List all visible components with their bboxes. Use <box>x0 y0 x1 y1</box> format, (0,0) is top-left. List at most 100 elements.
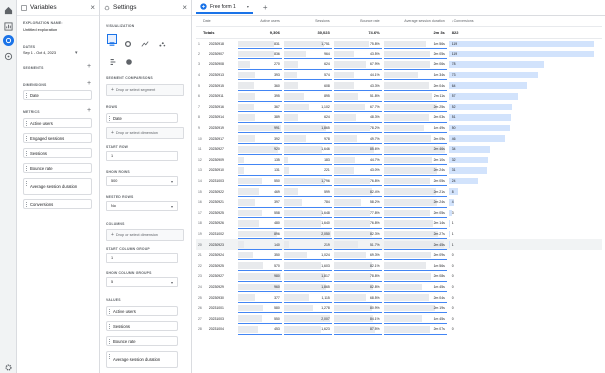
sessions-cell: 1,648 <box>283 208 333 219</box>
explore-icon[interactable] <box>3 35 14 46</box>
bounce-rate-cell: 78.2% <box>333 123 383 134</box>
table-row[interactable]: 18 20230926 480 1,640 76.8% 2m 14s 1 <box>196 218 602 229</box>
active-users-cell: 550 <box>237 313 283 325</box>
metric-pill-conversions[interactable]: Conversions <box>23 199 92 209</box>
settings-panel: Settings × VISUALIZATION SEGMENT COMPARI… <box>100 0 192 373</box>
cell-text: 20231003 <box>208 316 224 321</box>
scatter-viz-icon[interactable] <box>158 35 166 53</box>
metric-pill-avg-session-duration[interactable]: Average session duration <box>23 178 92 195</box>
col-header-active-users[interactable]: Active users <box>237 16 283 27</box>
table-row[interactable]: 21 20230924 350 1,024 69.3% 2m 09s 0 <box>196 250 602 261</box>
close-variables-icon[interactable]: × <box>90 3 95 12</box>
col-header-avg-session-duration[interactable]: Average session duration <box>382 16 448 27</box>
table-row[interactable]: 1 20230918 831 1,751 75.8% 1m 56s 119 <box>196 38 602 49</box>
table-row[interactable]: 11 20230927 920 1,646 85.6% 2m 46s 34 <box>196 144 602 155</box>
tab-dropdown-icon[interactable]: ▾ <box>247 4 249 9</box>
value-pill-active-users[interactable]: Active users <box>106 306 178 316</box>
avg-session-duration-cell: 2m 24s <box>383 165 448 176</box>
table-row[interactable]: 9 20230919 991 1,865 78.2% 1m 49s 50 <box>196 123 602 134</box>
table-row[interactable]: 4 20230913 393 574 44.1% 1m 34s 73 <box>196 70 602 81</box>
table-row[interactable]: 16 20230921 397 784 58.2% 2m 24s 4 <box>196 197 602 208</box>
table-row[interactable]: 6 20230911 395 895 51.8% 2m 11s 57 <box>196 91 602 102</box>
exploration-name-field[interactable]: Untitled exploration <box>23 27 57 32</box>
metric-pill-sessions[interactable]: Sessions <box>23 148 92 158</box>
cell-text: 580 <box>274 306 280 311</box>
table-row[interactable]: 25 20230930 377 1,115 68.5% 2m 04s 0 <box>196 292 602 303</box>
close-settings-icon[interactable]: × <box>182 3 187 12</box>
value-bar <box>383 209 430 217</box>
bounce-rate-cell: 43.3% <box>333 80 383 91</box>
col-header-date[interactable]: Date <box>196 16 238 27</box>
start-column-group-input[interactable]: 1 <box>106 253 178 263</box>
metric-pill-active-users[interactable]: Active users <box>23 118 92 128</box>
bar-viz-icon[interactable] <box>109 53 117 71</box>
avg-session-duration-cell: 1m 45s <box>383 313 448 325</box>
table-row[interactable]: 28 20231004 453 1,623 87.5% 2m 07s 0 <box>196 324 602 335</box>
dimension-pill-date[interactable]: Date <box>23 90 92 100</box>
table-row[interactable]: 24 20230929 960 1,865 82.8% 1m 45s 0 <box>196 282 602 293</box>
start-row-input[interactable]: 1 <box>106 151 178 161</box>
table-row[interactable]: 14 20231003 550 1,796 76.8% 2m 05s 24 <box>196 176 602 187</box>
cell-text: 20230922 <box>208 189 224 194</box>
cell-text: 20230917 <box>208 136 224 141</box>
add-tab-button[interactable]: + <box>263 3 268 12</box>
table-row[interactable]: 27 20231003 550 2,007 84.1% 1m 45s 0 <box>196 313 602 325</box>
cell-text: 784 <box>324 200 330 205</box>
date-dropdown-icon[interactable]: ▾ <box>75 50 78 56</box>
table-row[interactable]: 10 20230917 392 978 49.7% 2m 09s 46 <box>196 133 602 144</box>
active-users-cell: 393 <box>237 70 283 81</box>
show-rows-label: SHOW ROWS <box>106 170 130 174</box>
col-header-sessions[interactable]: Sessions <box>282 16 333 27</box>
value-bar <box>333 251 367 259</box>
table-row[interactable]: 15 20230922 469 599 82.4% 2m 21s 8 <box>196 186 602 197</box>
col-header-conversions[interactable]: ↓Conversions <box>447 16 602 27</box>
table-row[interactable]: 12 20230909 135 183 44.7% 2m 10s 32 <box>196 155 602 166</box>
home-icon[interactable] <box>3 5 14 16</box>
table-row[interactable]: 2 20230907 836 964 43.5% 2m 05s 119 <box>196 49 602 60</box>
drop-row-dimension-target[interactable]: + Drop or select dimension <box>106 127 184 139</box>
col-header-bounce-rate[interactable]: Bounce rate <box>332 16 383 27</box>
reports-icon[interactable] <box>3 21 14 32</box>
date-cell: 20231004 <box>207 324 237 335</box>
table-row[interactable]: 23 20230927 980 1,817 78.8% 2m 08s 0 <box>196 271 602 282</box>
table-row[interactable]: 13 20230910 131 221 43.0% 2m 24s 31 <box>196 165 602 176</box>
show-rows-select[interactable]: 500 ▾ <box>106 176 178 186</box>
metric-pill-engaged-sessions[interactable]: Engaged sessions <box>23 133 92 143</box>
value-pill-sessions[interactable]: Sessions <box>106 321 178 331</box>
table-row[interactable]: 17 20230925 558 1,648 77.8% 2m 05s 3 <box>196 208 602 219</box>
active-users-cell: 135 <box>237 155 283 166</box>
drop-column-dimension-target[interactable]: + Drop or select dimension <box>106 229 184 241</box>
line-viz-icon[interactable] <box>141 35 149 53</box>
settings-gear-icon[interactable] <box>3 362 14 373</box>
drop-segment-target[interactable]: + Drop or select segment <box>106 84 184 96</box>
value-pill-bounce-rate[interactable]: Bounce rate <box>106 336 178 346</box>
table-row[interactable]: 26 20231001 580 1,278 80.9% 2m 19s 0 <box>196 303 602 314</box>
cell-text: 82.8% <box>370 284 380 289</box>
donut-viz-icon[interactable] <box>124 35 132 53</box>
nested-rows-select[interactable]: No ▾ <box>106 201 178 211</box>
table-row[interactable]: 20 20230923 140 219 51.7% 2m 45s 1 <box>196 239 602 250</box>
advertising-icon[interactable] <box>3 51 14 62</box>
cell-text: 20230925 <box>208 210 224 215</box>
table-row[interactable]: 7 20230916 367 1,102 67.7% 2m 25s 52 <box>196 102 602 113</box>
metric-pill-bounce-rate[interactable]: Bounce rate <box>23 163 92 173</box>
value-pill-avg-session-duration[interactable]: Average session duration <box>106 351 178 368</box>
table-row[interactable]: 5 20230915 360 608 43.3% 2m 04s 64 <box>196 80 602 91</box>
table-row[interactable]: 22 20230925 570 1,603 82.1% 1m 56s 0 <box>196 260 602 272</box>
add-metric-icon[interactable]: + <box>87 107 91 114</box>
row-pill-date[interactable]: Date <box>106 113 178 123</box>
value-bar <box>333 156 355 164</box>
table-row[interactable]: 19 20231002 896 2,050 82.3% 2m 27s 1 <box>196 229 602 240</box>
tab-free-form-1[interactable]: Free form 1 ▾ <box>196 2 253 14</box>
geo-viz-icon[interactable] <box>125 53 133 71</box>
show-column-groups-select[interactable]: 5 ▾ <box>106 277 178 287</box>
add-segment-icon[interactable]: + <box>87 63 91 70</box>
date-cell: 20230918 <box>207 38 237 49</box>
table-row[interactable]: 3 20230908 270 624 67.9% 2m 06s 78 <box>196 59 602 70</box>
table-row[interactable]: 8 20230914 389 624 48.3% 2m 03s 51 <box>196 112 602 123</box>
date-range-picker[interactable]: Sep 1 - Oct 4, 2023 <box>23 51 56 55</box>
value-bar <box>383 92 432 100</box>
table-viz-icon[interactable] <box>107 34 117 46</box>
add-dimension-icon[interactable]: + <box>87 80 91 87</box>
total-avg-session-duration: 2m 3s <box>382 26 448 39</box>
